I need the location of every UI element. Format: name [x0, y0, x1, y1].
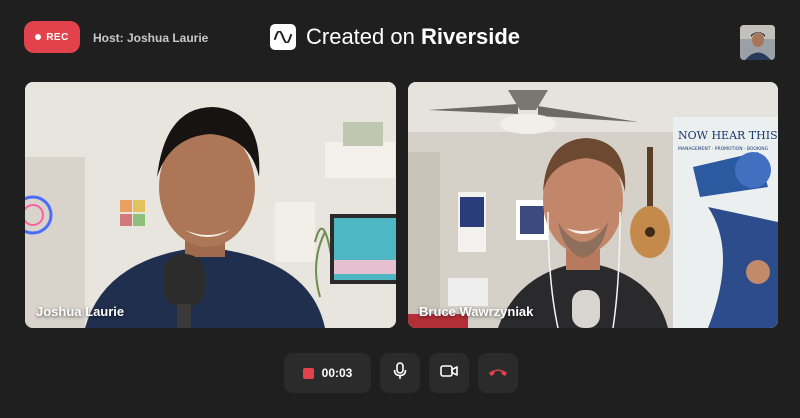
- riverside-logo-icon: [270, 24, 296, 50]
- stop-square-icon: [302, 367, 314, 379]
- record-dot-icon: [35, 34, 42, 40]
- brand-text: Created on Riverside: [306, 24, 520, 50]
- brand-title: Created on Riverside: [270, 24, 520, 50]
- participant-name-joshua: Joshua Laurie: [36, 304, 125, 319]
- video-feed-joshua: [25, 82, 396, 328]
- brand-prefix: Created on: [306, 24, 415, 49]
- phone-hangup-icon: [488, 364, 508, 382]
- video-tile-joshua[interactable]: Joshua Laurie: [25, 82, 396, 328]
- call-controls: 00:03: [284, 353, 518, 393]
- self-view-thumbnail[interactable]: [740, 25, 775, 60]
- record-label: REC: [46, 31, 69, 43]
- stop-recording-button[interactable]: 00:03: [284, 353, 371, 393]
- participant-name-bruce: Bruce Wawrzyniak: [419, 304, 534, 319]
- banner-subtitle: MANAGEMENT · PROMOTION · BOOKING: [678, 146, 769, 152]
- recording-timer: 00:03: [321, 366, 353, 380]
- microphone-button[interactable]: [380, 353, 420, 393]
- camera-button[interactable]: [429, 353, 469, 393]
- video-tile-bruce[interactable]: NOW HEAR THIS MANAGEMENT · PROMOTION · B…: [408, 82, 778, 328]
- record-button[interactable]: REC: [24, 21, 80, 53]
- microphone-icon: [393, 361, 407, 385]
- host-label: Host: Joshua Laurie: [93, 31, 209, 45]
- brand-name: Riverside: [420, 24, 521, 49]
- video-camera-icon: [440, 364, 458, 383]
- leave-call-button[interactable]: [478, 353, 518, 393]
- video-feed-bruce: NOW HEAR THIS MANAGEMENT · PROMOTION · B…: [408, 82, 778, 328]
- banner-title: NOW HEAR THIS: [678, 129, 778, 142]
